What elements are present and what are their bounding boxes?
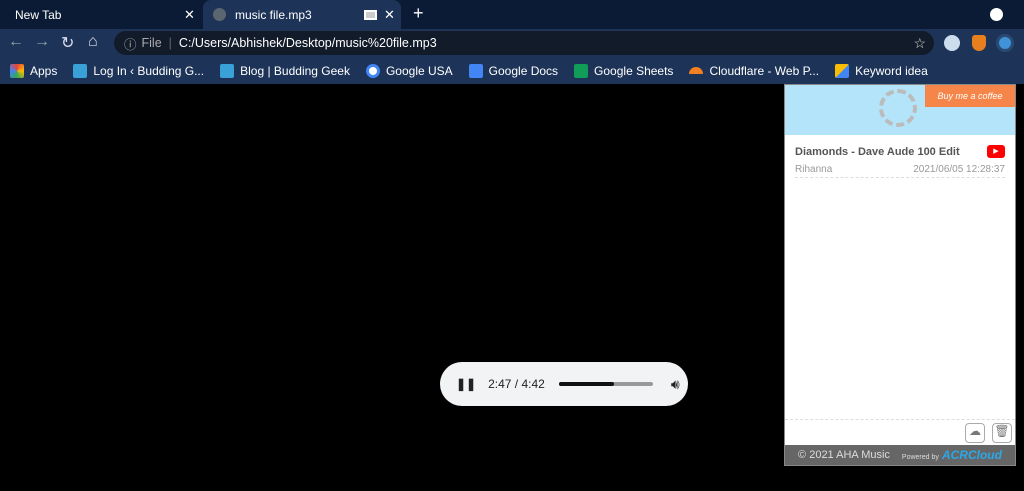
audio-player: ❚❚ 2:47 / 4:42 🔊︎	[440, 362, 688, 406]
buy-me-a-coffee-button[interactable]: Buy me a coffee	[925, 85, 1015, 107]
song-title: Diamonds - Dave Aude 100 Edit	[795, 145, 960, 158]
aha-music-popup: Buy me a coffee Diamonds - Dave Aude 100…	[784, 84, 1016, 466]
volume-icon[interactable]: 🔊︎	[671, 376, 680, 393]
bookmark-star-icon[interactable]: ☆	[913, 35, 926, 52]
bookmark-label: Cloudflare - Web P...	[709, 63, 820, 78]
bookmark-apps[interactable]: Apps	[10, 63, 58, 78]
coffee-label: Buy me a coffee	[937, 91, 1003, 101]
song-item[interactable]: Diamonds - Dave Aude 100 Edit ▶ Rihanna …	[785, 135, 1015, 178]
close-tab-icon[interactable]: ✕	[384, 7, 395, 23]
bookmark-label: Keyword idea	[855, 63, 928, 78]
copyright: © 2021 AHA Music	[798, 449, 890, 461]
cloud-download-icon[interactable]: ☁	[965, 423, 985, 443]
seek-progress	[558, 382, 615, 386]
youtube-icon[interactable]: ▶	[987, 145, 1005, 158]
google-icon	[365, 63, 380, 78]
pause-icon[interactable]: ❚❚	[456, 377, 476, 391]
bookmark-label: Google Sheets	[594, 63, 674, 78]
tab-search-icon[interactable]	[990, 8, 1003, 21]
bookmark-log-in[interactable]: Log In ‹ Budding G...	[73, 63, 205, 78]
bookmark-label: Apps	[30, 63, 58, 78]
bookmark-google-usa[interactable]: Google USA	[365, 63, 453, 78]
bookmark-label: Google USA	[385, 63, 453, 78]
apps-grid-icon	[10, 63, 24, 78]
song-timestamp: 2021/06/05 12:28:37	[913, 164, 1005, 175]
google-sheets-icon	[574, 63, 589, 78]
scheme-label: File	[141, 36, 162, 50]
budding-geek-icon	[220, 63, 235, 78]
bookmark-cloudflare[interactable]: Cloudflare - Web P...	[689, 64, 819, 78]
budding-geek-icon	[73, 63, 88, 78]
bookmark-keyword-ideas[interactable]: Keyword idea	[835, 63, 928, 78]
url-text[interactable]: C:/Users/Abhishek/Desktop/music%20file.m…	[179, 36, 437, 50]
reload-icon[interactable]: ↻	[61, 33, 74, 53]
tab-strip: New Tab ✕ music file.mp3 ✕ +	[0, 0, 1024, 29]
new-tab-button[interactable]: +	[413, 3, 424, 24]
tab-music-file[interactable]: music file.mp3 ✕	[203, 0, 401, 29]
globe-icon	[213, 8, 226, 21]
extension-icon[interactable]	[944, 35, 960, 51]
time-display: 2:47 / 4:42	[488, 377, 545, 391]
popup-footer: © 2021 AHA Music Powered by ACRCloud	[785, 445, 1015, 465]
bookmark-google-docs[interactable]: Google Docs	[468, 63, 559, 78]
bookmark-label: Log In ‹ Budding G...	[93, 63, 205, 78]
brave-extension-icon[interactable]	[972, 35, 986, 51]
bookmark-blog[interactable]: Blog | Budding Geek	[220, 63, 350, 78]
forward-icon[interactable]: →	[34, 33, 50, 51]
powered-by: Powered by	[901, 454, 939, 461]
cast-icon	[364, 9, 377, 20]
popup-header: Buy me a coffee	[785, 85, 1015, 135]
google-docs-icon	[468, 63, 483, 78]
home-icon[interactable]: ⌂	[88, 33, 98, 51]
seek-bar[interactable]	[558, 382, 653, 386]
bookmarks-bar: Apps Log In ‹ Budding G... Blog | Buddin…	[0, 57, 1024, 84]
toolbar: ← → ↻ ⌂ ⓘ File | C:/Users/Abhishek/Deskt…	[0, 29, 1024, 57]
tab-title: New Tab	[15, 7, 62, 22]
acrcloud-logo[interactable]: ACRCloud	[942, 448, 1002, 462]
tab-title: music file.mp3	[235, 7, 312, 22]
close-tab-icon[interactable]: ✕	[184, 7, 195, 23]
bookmark-label: Blog | Budding Geek	[240, 63, 350, 78]
tab-new-tab[interactable]: New Tab ✕	[0, 0, 202, 29]
back-icon[interactable]: ←	[8, 33, 24, 51]
address-bar[interactable]: ⓘ File | C:/Users/Abhishek/Desktop/music…	[114, 31, 934, 55]
bookmark-google-sheets[interactable]: Google Sheets	[574, 63, 674, 78]
bookmark-label: Google Docs	[488, 63, 559, 78]
trash-icon[interactable]: 🗑︎	[992, 423, 1012, 443]
google-ads-icon	[835, 63, 850, 78]
info-icon[interactable]: ⓘ	[124, 34, 137, 53]
loading-spinner-icon	[879, 89, 917, 127]
song-artist: Rihanna	[795, 164, 833, 175]
aha-music-extension-icon[interactable]	[996, 34, 1014, 52]
cloudflare-icon	[689, 67, 704, 74]
